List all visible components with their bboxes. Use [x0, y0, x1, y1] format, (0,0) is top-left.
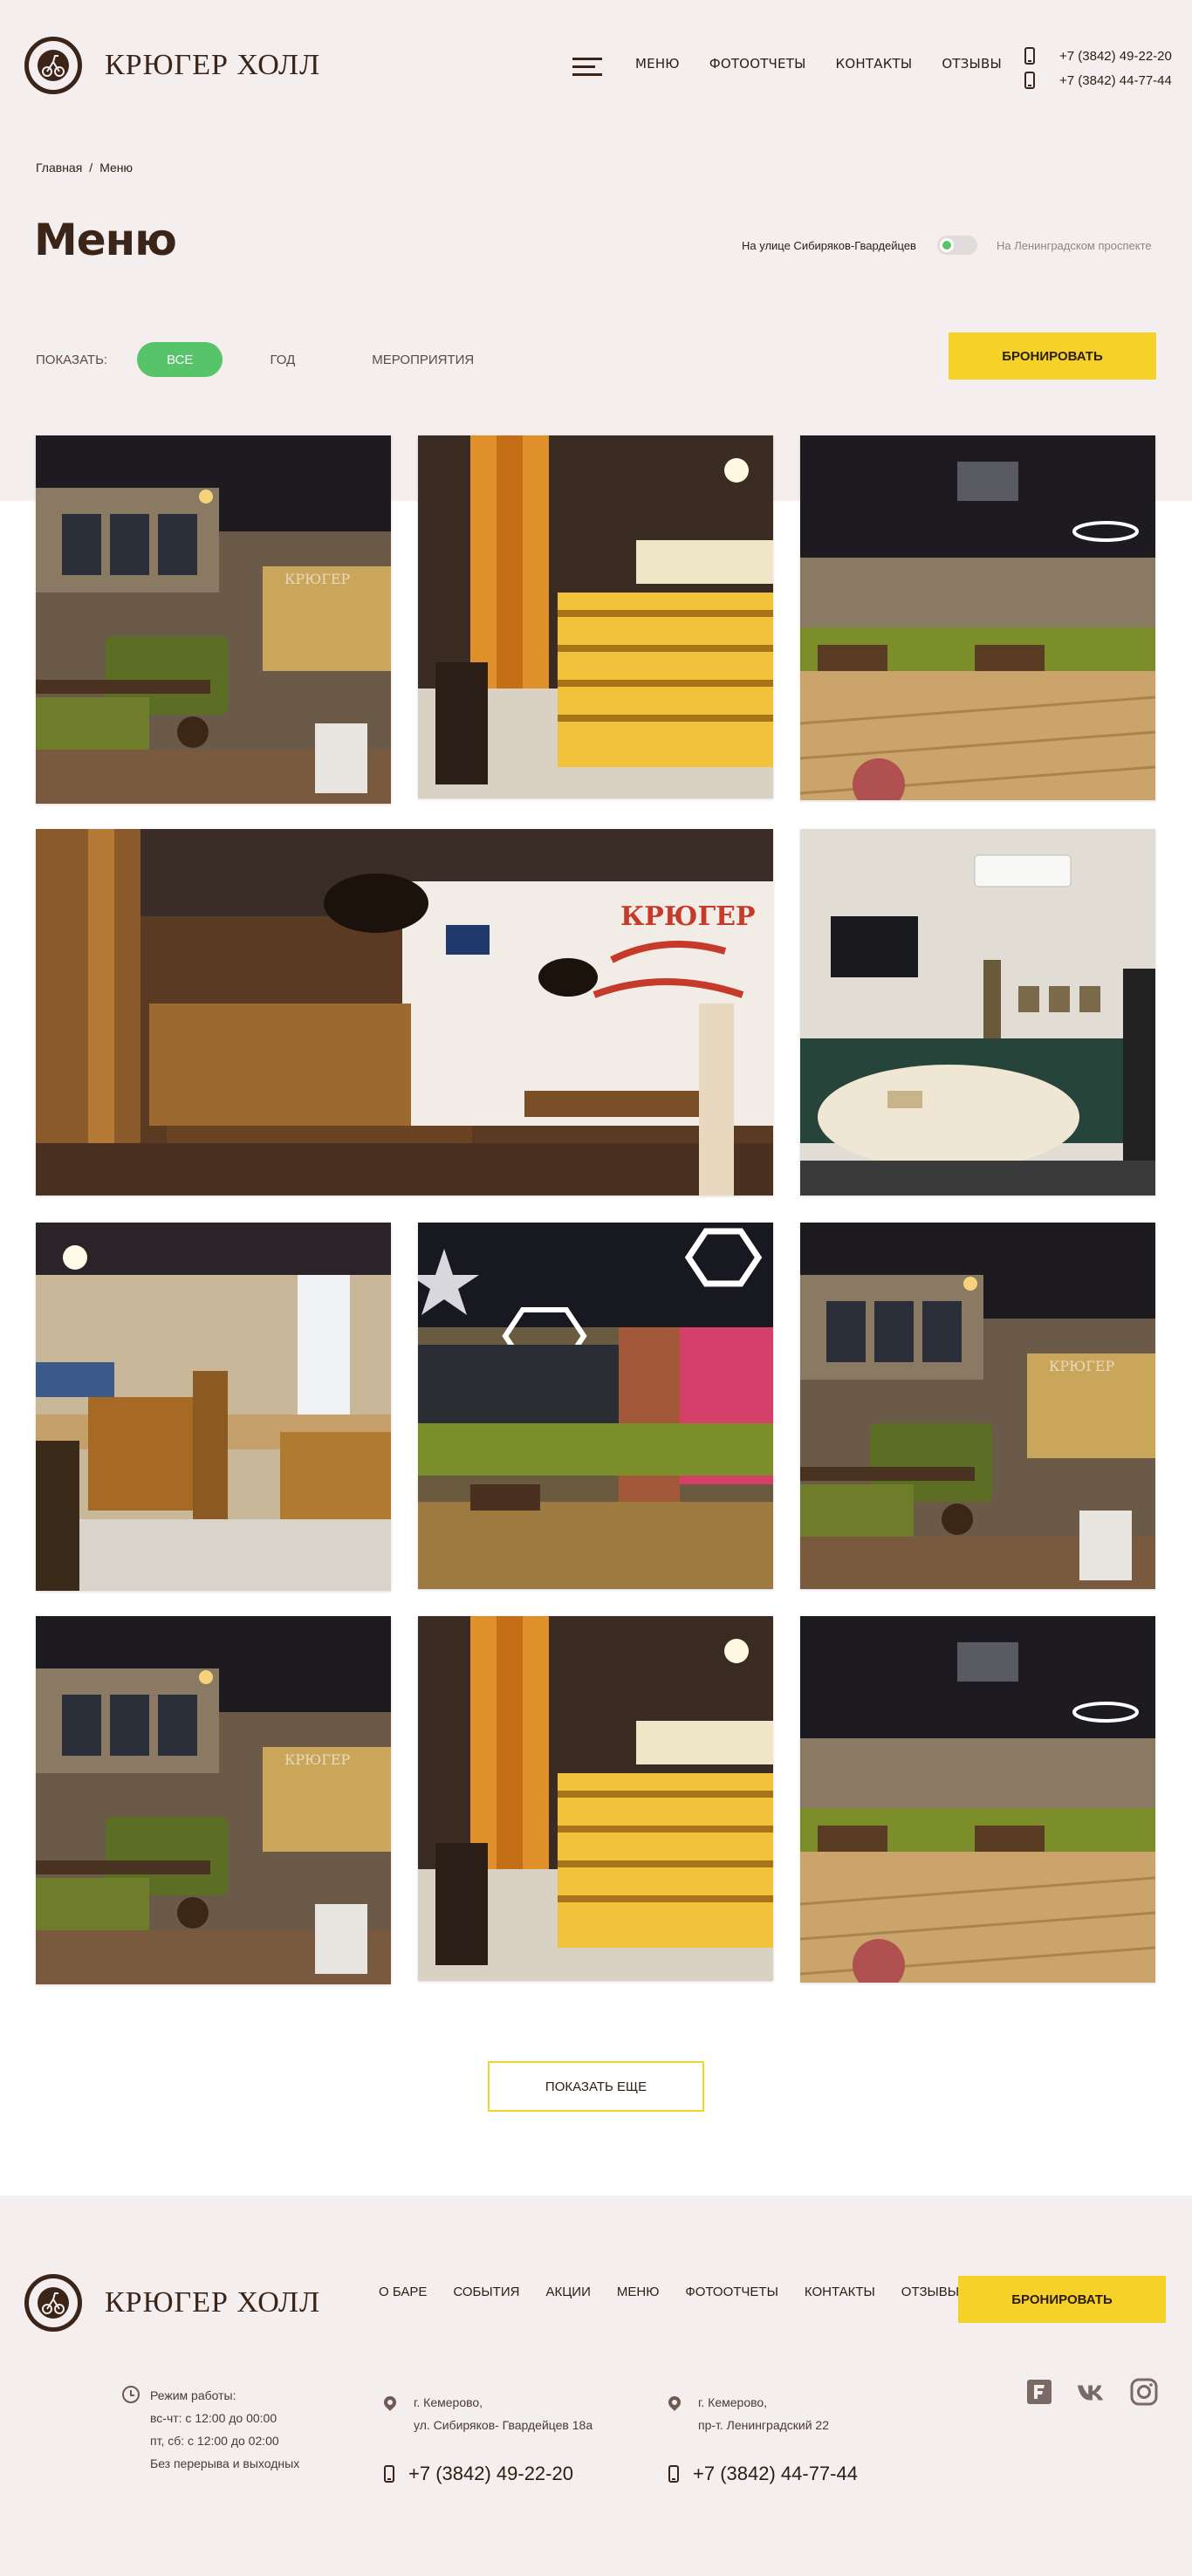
breadcrumb-current: Меню — [99, 161, 134, 175]
footer-nav-photo-reports[interactable]: ФОТООТЧЕТЫ — [685, 2285, 778, 2299]
gallery-photo[interactable] — [800, 829, 1155, 1196]
logo[interactable]: КРЮГЕР ХОЛЛ — [24, 37, 320, 94]
hours-line: вс-чт: с 12:00 до 00:00 — [150, 2411, 277, 2425]
gallery-photo[interactable]: КРЮГЕР — [800, 1223, 1155, 1589]
gallery-photo[interactable]: КРЮГЕР — [36, 1616, 391, 1984]
logo-text: КРЮГЕР ХОЛЛ — [105, 49, 321, 81]
logo-emblem-icon — [24, 2274, 82, 2332]
address-1: г. Кемерово, ул. Сибиряков- Гвардейцев 1… — [381, 2391, 593, 2436]
footer-nav-menu[interactable]: МЕНЮ — [617, 2285, 660, 2299]
gallery-photo[interactable] — [418, 1616, 773, 1981]
hours-line: пт, сб: с 12:00 до 02:00 — [150, 2434, 279, 2448]
svg-text:КРЮГЕР: КРЮГЕР — [620, 901, 756, 932]
instagram-icon[interactable] — [1129, 2377, 1159, 2407]
nav-link-contacts[interactable]: КОНТАКТЫ — [836, 56, 913, 72]
footer-logo-text: КРЮГЕР ХОЛЛ — [105, 2286, 321, 2319]
header-phone-1[interactable]: +7 (3842) 49-22-20 — [1024, 44, 1172, 68]
footer-logo[interactable]: КРЮГЕР ХОЛЛ — [24, 2274, 320, 2332]
gallery-photo[interactable] — [800, 435, 1155, 800]
location-left-label[interactable]: На улице Сибиряков-Гвардейцев — [742, 239, 916, 252]
filter-label: ПОКАЗАТЬ: — [36, 352, 108, 367]
clock-icon — [122, 2386, 140, 2403]
site-footer: КРЮГЕР ХОЛЛ О БАРЕ СОБЫТИЯ АКЦИИ МЕНЮ ФО… — [0, 2196, 1192, 2576]
svg-text:КРЮГЕР: КРЮГЕР — [284, 1751, 351, 1768]
page-title: Меню — [34, 215, 177, 265]
footer-nav-events[interactable]: СОБЫТИЯ — [453, 2285, 519, 2299]
phone-icon — [1024, 72, 1035, 89]
nav-link-photo-reports[interactable]: ФОТООТЧЕТЫ — [709, 56, 806, 72]
gallery-photo[interactable] — [418, 435, 773, 798]
social-links — [1002, 2377, 1159, 2407]
location-pin-icon — [666, 2394, 683, 2411]
site-header: КРЮГЕР ХОЛЛ МЕНЮ ФОТООТЧЕТЫ КОНТАКТЫ ОТЗ… — [0, 0, 1192, 131]
header-phone-2[interactable]: +7 (3842) 44-77-44 — [1024, 68, 1172, 92]
filter-chip-year[interactable]: ГОД — [240, 342, 325, 377]
filter-bar: ПОКАЗАТЬ: ВСЕ ГОД МЕРОПРИЯТИЯ — [36, 342, 521, 377]
gallery-photo[interactable] — [800, 1616, 1155, 1983]
footer-nav-about[interactable]: О БАРЕ — [379, 2285, 427, 2299]
nav-link-reviews[interactable]: ОТЗЫВЫ — [942, 56, 1002, 72]
header-phones: +7 (3842) 49-22-20 +7 (3842) 44-77-44 — [1024, 44, 1172, 92]
footer-nav-reviews[interactable]: ОТЗЫВЫ — [901, 2285, 959, 2299]
footer-phone-2[interactable]: +7 (3842) 44-77-44 — [668, 2463, 858, 2485]
filter-chip-all[interactable]: ВСЕ — [137, 342, 223, 377]
gallery-photo[interactable] — [36, 1223, 391, 1591]
location-switch: На улице Сибиряков-Гвардейцев На Ленингр… — [742, 236, 1152, 255]
phone-icon — [1024, 47, 1035, 65]
breadcrumb-home[interactable]: Главная — [36, 161, 82, 175]
main-nav: МЕНЮ ФОТООТЧЕТЫ КОНТАКТЫ ОТЗЫВЫ — [635, 56, 1031, 72]
phone-icon — [668, 2465, 679, 2483]
location-toggle[interactable] — [936, 236, 977, 255]
gallery-photo[interactable]: КРЮГЕР — [36, 829, 773, 1196]
footer-nav-promos[interactable]: АКЦИИ — [545, 2285, 590, 2299]
footer-phone-1[interactable]: +7 (3842) 49-22-20 — [384, 2463, 573, 2485]
vk-icon[interactable] — [1077, 2377, 1106, 2407]
svg-text:КРЮГЕР: КРЮГЕР — [284, 571, 351, 587]
show-more-button[interactable]: ПОКАЗАТЬ ЕЩЕ — [488, 2061, 704, 2112]
hours-title: Режим работы: — [150, 2388, 236, 2402]
filter-chip-events[interactable]: МЕРОПРИЯТИЯ — [342, 342, 504, 377]
gallery-photo[interactable]: КРЮГЕР — [36, 435, 391, 804]
menu-burger-icon[interactable] — [572, 58, 602, 77]
foursquare-icon[interactable] — [1024, 2377, 1054, 2407]
footer-nav: О БАРЕ СОБЫТИЯ АКЦИИ МЕНЮ ФОТООТЧЕТЫ КОН… — [379, 2285, 985, 2299]
gallery-photo[interactable] — [418, 1223, 773, 1589]
footer-book-button[interactable]: БРОНИРОВАТЬ — [958, 2276, 1166, 2323]
phone-icon — [384, 2465, 394, 2483]
hours-line: Без перерыва и выходных — [150, 2456, 300, 2470]
book-button[interactable]: БРОНИРОВАТЬ — [949, 332, 1156, 380]
breadcrumb-separator: / — [89, 161, 93, 175]
opening-hours: Режим работы: вс-чт: с 12:00 до 00:00 пт… — [122, 2384, 299, 2475]
address-2: г. Кемерово, пр-т. Ленинградский 22 — [666, 2391, 829, 2436]
location-right-label[interactable]: На Ленинградском проспекте — [997, 239, 1152, 252]
breadcrumb: Главная / Меню — [36, 161, 133, 175]
footer-nav-contacts[interactable]: КОНТАКТЫ — [805, 2285, 875, 2299]
location-pin-icon — [381, 2394, 399, 2411]
nav-link-menu[interactable]: МЕНЮ — [635, 56, 680, 72]
toggle-knob — [939, 238, 954, 252]
svg-text:КРЮГЕР: КРЮГЕР — [1049, 1358, 1115, 1374]
logo-emblem-icon — [24, 37, 82, 94]
